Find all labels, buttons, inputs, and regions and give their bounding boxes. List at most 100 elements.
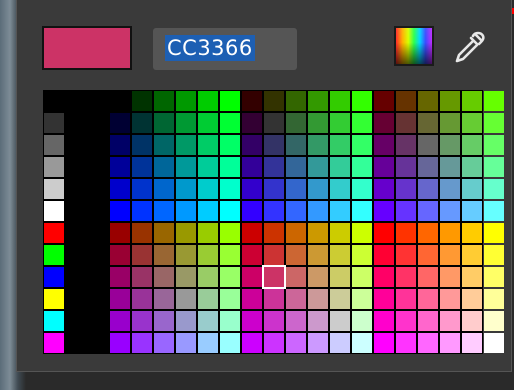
palette-cell[interactable] (374, 135, 394, 155)
palette-cell[interactable] (308, 113, 328, 133)
palette-cell[interactable] (242, 245, 262, 265)
palette-cell-spacer[interactable] (66, 223, 86, 243)
palette-cell[interactable] (484, 135, 504, 155)
palette-cell[interactable] (132, 245, 152, 265)
palette-cell[interactable] (242, 267, 262, 287)
palette-cell[interactable] (352, 201, 372, 221)
palette-cell[interactable] (352, 245, 372, 265)
selected-color-marker[interactable] (262, 265, 286, 289)
palette-cell[interactable] (308, 157, 328, 177)
palette-cell[interactable] (110, 91, 130, 111)
palette-cell[interactable] (484, 333, 504, 353)
palette-cell[interactable] (440, 267, 460, 287)
palette-cell[interactable] (440, 91, 460, 111)
palette-cell[interactable] (462, 179, 482, 199)
palette-cell[interactable] (176, 113, 196, 133)
palette-cell[interactable] (264, 289, 284, 309)
palette-cell[interactable] (330, 135, 350, 155)
palette-cell[interactable] (154, 289, 174, 309)
palette-cell[interactable] (462, 113, 482, 133)
palette-cell[interactable] (286, 245, 306, 265)
palette-cell[interactable] (462, 223, 482, 243)
palette-cell[interactable] (220, 157, 240, 177)
palette-cell[interactable] (396, 267, 416, 287)
palette-cell[interactable] (286, 91, 306, 111)
palette-cell[interactable] (176, 311, 196, 331)
palette-cell[interactable] (286, 223, 306, 243)
palette-cell[interactable] (374, 267, 394, 287)
palette-cell-base[interactable] (44, 333, 64, 353)
palette-cell[interactable] (154, 135, 174, 155)
palette-cell[interactable] (484, 201, 504, 221)
palette-cell[interactable] (352, 311, 372, 331)
palette-cell[interactable] (484, 113, 504, 133)
palette-cell[interactable] (286, 157, 306, 177)
palette-cell[interactable] (484, 157, 504, 177)
palette-cell[interactable] (484, 223, 504, 243)
palette-cell-spacer[interactable] (66, 289, 86, 309)
palette-cell[interactable] (418, 311, 438, 331)
palette-cell[interactable] (396, 289, 416, 309)
palette-cell[interactable] (264, 179, 284, 199)
palette-cell[interactable] (440, 135, 460, 155)
palette-cell[interactable] (132, 223, 152, 243)
palette-cell[interactable] (154, 201, 174, 221)
palette-cell-spacer[interactable] (66, 179, 86, 199)
palette-cell[interactable] (110, 245, 130, 265)
palette-cell-spacer[interactable] (88, 223, 108, 243)
palette-cell-spacer[interactable] (66, 113, 86, 133)
palette-cell-base[interactable] (44, 201, 64, 221)
palette-cell[interactable] (176, 267, 196, 287)
palette-cell[interactable] (132, 179, 152, 199)
palette-cell-base[interactable] (44, 223, 64, 243)
palette-cell[interactable] (308, 333, 328, 353)
palette-cell[interactable] (286, 267, 306, 287)
palette-cell[interactable] (396, 113, 416, 133)
palette-cell[interactable] (462, 333, 482, 353)
palette-cell[interactable] (418, 113, 438, 133)
palette-cell-spacer[interactable] (88, 245, 108, 265)
palette-cell[interactable] (220, 179, 240, 199)
palette-cell[interactable] (264, 135, 284, 155)
palette-cell[interactable] (220, 311, 240, 331)
palette-cell[interactable] (242, 201, 262, 221)
palette-cell[interactable] (484, 267, 504, 287)
palette-cell-spacer[interactable] (88, 113, 108, 133)
palette-cell[interactable] (418, 289, 438, 309)
palette-cell[interactable] (198, 289, 218, 309)
palette-cell[interactable] (176, 157, 196, 177)
palette-cell[interactable] (396, 223, 416, 243)
palette-cell[interactable] (330, 179, 350, 199)
palette-cell[interactable] (462, 267, 482, 287)
palette-cell[interactable] (220, 245, 240, 265)
palette-cell[interactable] (352, 267, 372, 287)
palette-cell[interactable] (220, 289, 240, 309)
palette-cell[interactable] (352, 113, 372, 133)
palette-cell[interactable] (462, 245, 482, 265)
palette-cell-spacer[interactable] (88, 289, 108, 309)
palette-cell[interactable] (440, 201, 460, 221)
palette-cell[interactable] (418, 333, 438, 353)
palette-cell[interactable] (308, 267, 328, 287)
palette-cell[interactable] (440, 289, 460, 309)
palette-cell[interactable] (418, 223, 438, 243)
palette-cell[interactable] (176, 91, 196, 111)
palette-cell[interactable] (154, 223, 174, 243)
palette-cell[interactable] (396, 311, 416, 331)
current-color-swatch[interactable] (42, 26, 132, 70)
palette-cell[interactable] (352, 223, 372, 243)
palette-cell[interactable] (198, 267, 218, 287)
palette-cell[interactable] (330, 91, 350, 111)
palette-cell[interactable] (330, 267, 350, 287)
palette-cell[interactable] (220, 223, 240, 243)
eyedropper-button[interactable] (451, 28, 487, 68)
palette-cell[interactable] (352, 91, 372, 111)
palette-cell[interactable] (176, 223, 196, 243)
palette-cell[interactable] (154, 333, 174, 353)
palette-cell[interactable] (308, 245, 328, 265)
palette-cell[interactable] (352, 179, 372, 199)
palette-cell[interactable] (462, 91, 482, 111)
palette-cell[interactable] (374, 179, 394, 199)
palette-cell-spacer[interactable] (66, 157, 86, 177)
palette-cell-base[interactable] (44, 311, 64, 331)
